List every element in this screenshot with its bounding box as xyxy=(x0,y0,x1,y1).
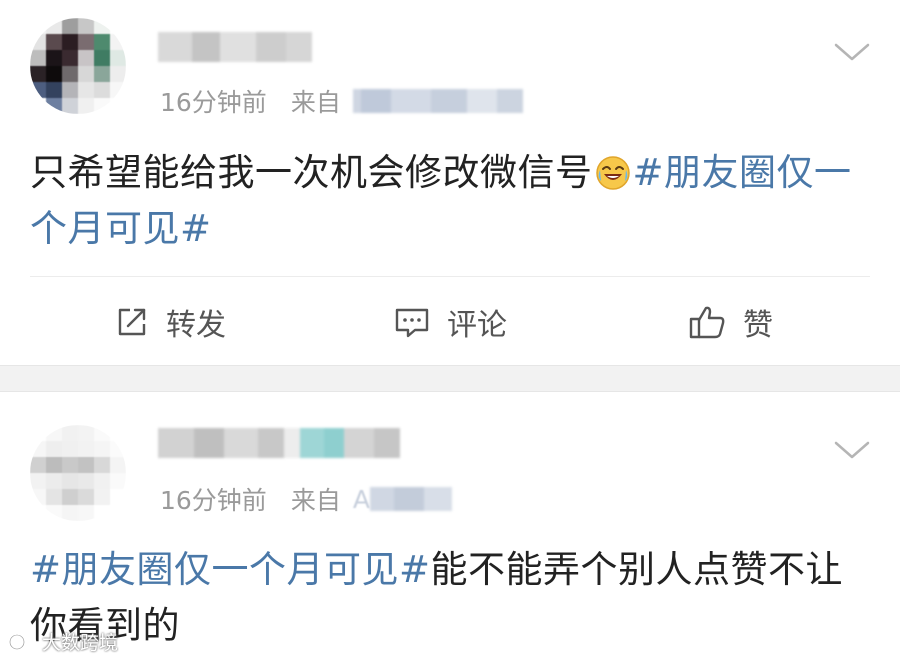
post-time: 16分钟前 xyxy=(160,88,267,117)
source-label: 来自 xyxy=(290,486,341,515)
comment-label: 评论 xyxy=(447,307,507,343)
chevron-down-icon[interactable] xyxy=(832,40,872,64)
post-body: #朋友圈仅一个月可见#能不能弄个别人点赞不让你看到的 xyxy=(30,542,870,654)
post-card[interactable]: 16分钟前 来自 只希望能给我一次机会修改微信号 #朋友圈仅一个月可见# 转发 … xyxy=(0,0,900,365)
comment-button[interactable]: 评论 xyxy=(310,277,590,366)
post-card[interactable]: 16分钟前 来自 A #朋友圈仅一个月可见#能不能弄个别人点赞不让你看到的 xyxy=(0,392,900,660)
laughing-tears-emoji-icon xyxy=(595,156,630,190)
source-first-letter: A xyxy=(352,484,370,514)
source-redacted xyxy=(352,89,523,113)
post-meta: 16分钟前 来自 xyxy=(160,84,523,118)
post-body: 只希望能给我一次机会修改微信号 #朋友圈仅一个月可见# xyxy=(30,145,870,257)
like-button[interactable]: 赞 xyxy=(590,277,870,366)
brand-logo-icon xyxy=(8,632,37,650)
chevron-down-icon[interactable] xyxy=(832,438,872,462)
post-time: 16分钟前 xyxy=(160,486,267,515)
post-separator xyxy=(0,365,900,392)
watermark-text: 大数跨境 xyxy=(42,632,119,654)
action-bar: 转发 评论 赞 xyxy=(30,276,870,366)
feed: 16分钟前 来自 只希望能给我一次机会修改微信号 #朋友圈仅一个月可见# 转发 … xyxy=(0,0,900,660)
comment-icon xyxy=(395,308,429,337)
source-label: 来自 xyxy=(290,88,341,117)
thumbs-up-icon xyxy=(689,306,725,338)
avatar[interactable] xyxy=(30,18,126,114)
watermark: 大数跨境 xyxy=(8,628,118,655)
avatar[interactable] xyxy=(30,425,126,521)
repost-label: 转发 xyxy=(166,307,226,343)
like-label: 赞 xyxy=(743,307,773,343)
username-redacted[interactable] xyxy=(158,32,312,62)
post-meta: 16分钟前 来自 A xyxy=(160,482,452,516)
repost-button[interactable]: 转发 xyxy=(30,277,310,366)
source-redacted xyxy=(369,487,452,511)
post-text: 只希望能给我一次机会修改微信号 xyxy=(30,151,593,194)
hashtag-link[interactable]: #朋友圈仅一个月可见# xyxy=(30,548,431,591)
repost-icon xyxy=(118,308,146,335)
username-redacted[interactable] xyxy=(158,428,400,458)
